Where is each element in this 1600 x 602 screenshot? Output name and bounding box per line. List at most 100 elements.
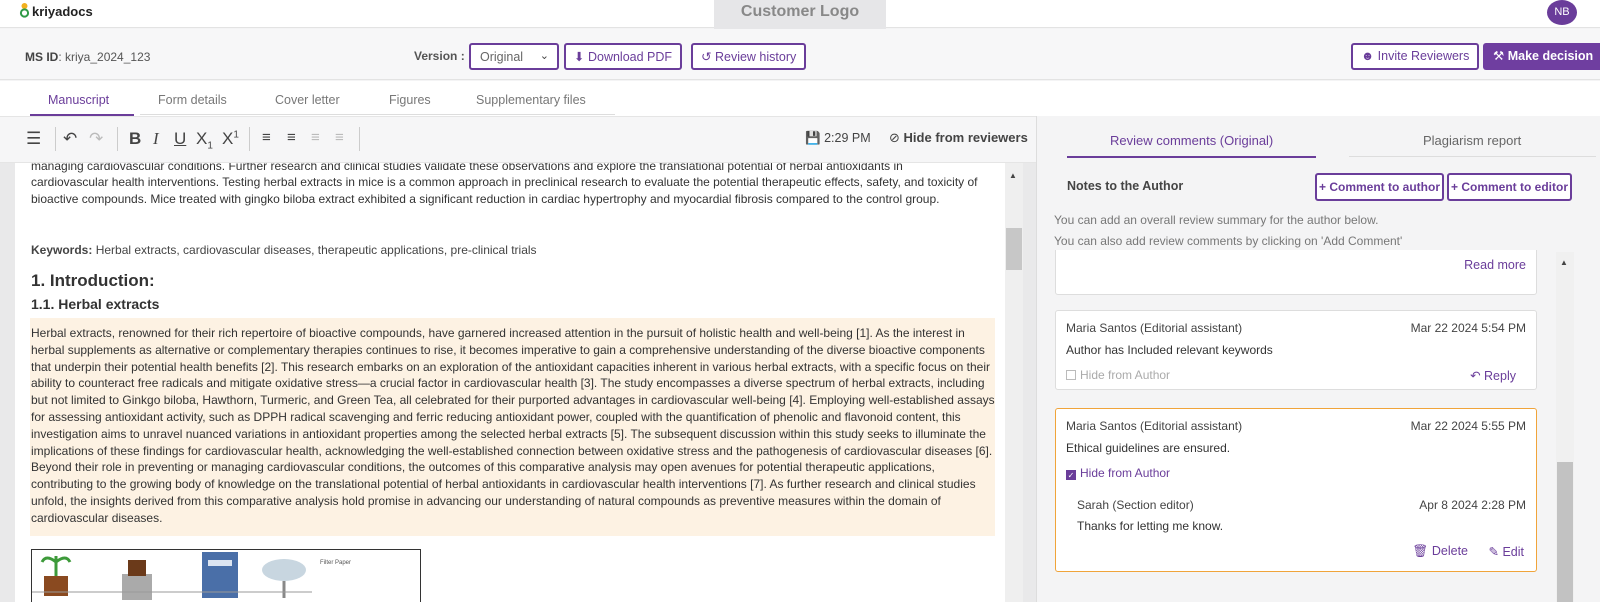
version-label: Version :	[414, 49, 465, 63]
review-history-button[interactable]: ↺ Review history	[691, 43, 807, 70]
toolbar-divider	[55, 127, 56, 151]
bullet-list-icon[interactable]: ≡	[287, 129, 296, 146]
tab-manuscript[interactable]: Manuscript	[48, 93, 109, 107]
manuscript-tabs: Manuscript Form details Cover letter Fig…	[0, 81, 1600, 116]
app-logo[interactable]: kriyadocs	[19, 2, 93, 20]
italic-icon[interactable]: I	[153, 129, 159, 149]
reply-date: Apr 8 2024 2:28 PM	[1419, 498, 1526, 512]
document-scrollbar[interactable]: ▲	[1005, 163, 1023, 602]
download-pdf-label: Download PDF	[587, 50, 673, 64]
hide-from-author-toggle[interactable]: ✓ Hide from Author	[1066, 466, 1170, 480]
download-pdf-button[interactable]: ⬇ Download PDF	[564, 43, 683, 70]
review-tab-divider	[1349, 156, 1596, 157]
notes-title: Notes to the Author	[1067, 179, 1184, 193]
comment-text: Author has Included relevant keywords	[1066, 343, 1273, 357]
underline-icon[interactable]: U	[174, 129, 186, 149]
reply-button[interactable]: ↶ Reply	[1470, 368, 1516, 383]
comments-list: Read more Maria Santos (Editorial assist…	[1045, 250, 1569, 602]
bold-icon[interactable]: B	[129, 129, 141, 149]
ms-id-label: MS ID	[25, 50, 59, 64]
hide-from-reviewers-label: Hide from reviewers	[903, 130, 1028, 145]
keywords-label: Keywords:	[31, 243, 93, 257]
info-text: You can also add review comments by clic…	[1054, 234, 1403, 248]
reply-text: Thanks for letting me know.	[1077, 519, 1224, 533]
version-select[interactable]: Original ⌄	[469, 43, 559, 70]
history-icon: ↺	[701, 50, 712, 64]
redo-icon[interactable]: ↷	[89, 129, 103, 149]
scroll-up-icon[interactable]: ▲	[1560, 258, 1568, 267]
document-page: managing cardiovascular conditions. Furt…	[15, 163, 1005, 602]
reply-icon: ↶	[1470, 369, 1481, 383]
undo-icon[interactable]: ↶	[63, 129, 77, 149]
tab-review-comments[interactable]: Review comments (Original)	[1110, 133, 1273, 148]
gavel-icon: ⚒	[1493, 49, 1505, 63]
figure-image[interactable]: Filter Paper	[31, 549, 421, 602]
user-icon: ☻	[1361, 49, 1375, 63]
edit-label: Edit	[1502, 545, 1524, 559]
edit-button[interactable]: ✎ Edit	[1488, 544, 1524, 559]
hide-from-author-toggle[interactable]: Hide from Author	[1066, 368, 1170, 382]
comment-date: Mar 22 2024 5:55 PM	[1410, 419, 1526, 433]
download-icon: ⬇	[574, 50, 585, 64]
save-time: 2:29 PM	[824, 131, 871, 145]
tab-figures[interactable]: Figures	[389, 93, 431, 107]
comment-card-selected: Maria Santos (Editorial assistant) Mar 2…	[1055, 408, 1537, 572]
hide-from-author-label: Hide from Author	[1080, 466, 1171, 480]
logo-icon	[19, 2, 30, 20]
reply-author: Sarah (Section editor)	[1077, 498, 1194, 512]
tab-plagiarism-report[interactable]: Plagiarism report	[1423, 133, 1521, 148]
comment-to-editor-button[interactable]: + Comment to editor	[1447, 173, 1573, 201]
scroll-up-icon[interactable]: ▲	[1009, 171, 1017, 180]
scrollbar-thumb[interactable]	[1006, 228, 1022, 270]
save-status: 💾 2:29 PM	[805, 131, 871, 146]
reply-label: Reply	[1484, 369, 1516, 383]
active-review-tab-indicator	[1067, 156, 1316, 158]
comment-author: Maria Santos (Editorial assistant)	[1066, 419, 1243, 433]
abstract-text: cardiovascular health interventions. Tes…	[31, 175, 978, 206]
tab-cover-letter[interactable]: Cover letter	[275, 93, 340, 107]
save-icon: 💾	[805, 131, 821, 145]
tab-divider	[140, 114, 615, 115]
comments-scrollbar[interactable]: ▲	[1556, 252, 1574, 602]
ms-id: MS ID: kriya_2024_123	[25, 50, 150, 64]
subsection-heading: 1.1. Herbal extracts	[31, 296, 160, 312]
subscript-icon[interactable]: X1	[196, 129, 213, 151]
comment-card: Maria Santos (Editorial assistant) Mar 2…	[1055, 310, 1537, 390]
checkbox-icon[interactable]	[1066, 370, 1076, 380]
delete-button[interactable]: 🗑 Delete	[1413, 544, 1469, 559]
scrollbar-thumb[interactable]	[1557, 462, 1573, 602]
edit-icon: ✎	[1488, 545, 1499, 559]
invite-reviewers-label: Invite Reviewers	[1377, 49, 1470, 63]
superscript-icon[interactable]: X1	[222, 129, 239, 149]
checkbox-checked-icon[interactable]: ✓	[1066, 470, 1076, 480]
figure-label: Filter Paper	[320, 560, 352, 566]
comment-date: Mar 22 2024 5:54 PM	[1410, 321, 1526, 335]
trash-icon: 🗑	[1412, 544, 1429, 558]
logo-text: kriyadocs	[32, 3, 93, 19]
ms-id-value: : kriya_2024_123	[58, 50, 151, 64]
customer-logo: Customer Logo	[714, 0, 886, 30]
tab-supplementary-files[interactable]: Supplementary files	[476, 93, 586, 107]
hide-from-reviewers-button[interactable]: ⊘ Hide from reviewers	[889, 130, 1028, 146]
comment-to-author-button[interactable]: + Comment to author	[1315, 173, 1445, 201]
top-bar: kriyadocs Customer Logo NB	[0, 0, 1600, 30]
hide-from-author-label: Hide from Author	[1080, 368, 1171, 382]
review-panel: Review comments (Original) Plagiarism re…	[1036, 116, 1600, 602]
ordered-list-icon[interactable]: ≡	[262, 129, 271, 146]
toolbar-divider	[249, 127, 250, 151]
tab-form-details[interactable]: Form details	[158, 93, 227, 107]
intro-paragraph: Herbal extracts, renowned for their rich…	[31, 326, 995, 525]
avatar[interactable]: NB	[1547, 0, 1577, 25]
editor-toolbar: ☰ ↶ ↷ B I U X1 X1 ≡ ≡ ≡ ≡ 💾 2:29 PM ⊘ Hi…	[0, 116, 1036, 163]
outdent-icon[interactable]: ≡	[335, 129, 344, 146]
section-heading: 1. Introduction:	[31, 271, 155, 290]
indent-icon[interactable]: ≡	[311, 129, 320, 146]
read-more-link[interactable]: Read more	[1464, 258, 1526, 272]
keywords: Keywords: Herbal extracts, cardiovascula…	[31, 243, 537, 257]
document-area: managing cardiovascular conditions. Furt…	[0, 163, 1036, 602]
menu-icon[interactable]: ☰	[26, 129, 41, 149]
comment-author: Maria Santos (Editorial assistant)	[1066, 321, 1243, 335]
invite-reviewers-button[interactable]: ☻ Invite Reviewers	[1351, 43, 1480, 70]
chevron-down-icon: ⌄	[539, 50, 549, 62]
make-decision-button[interactable]: ⚒ Make decision	[1483, 43, 1600, 70]
